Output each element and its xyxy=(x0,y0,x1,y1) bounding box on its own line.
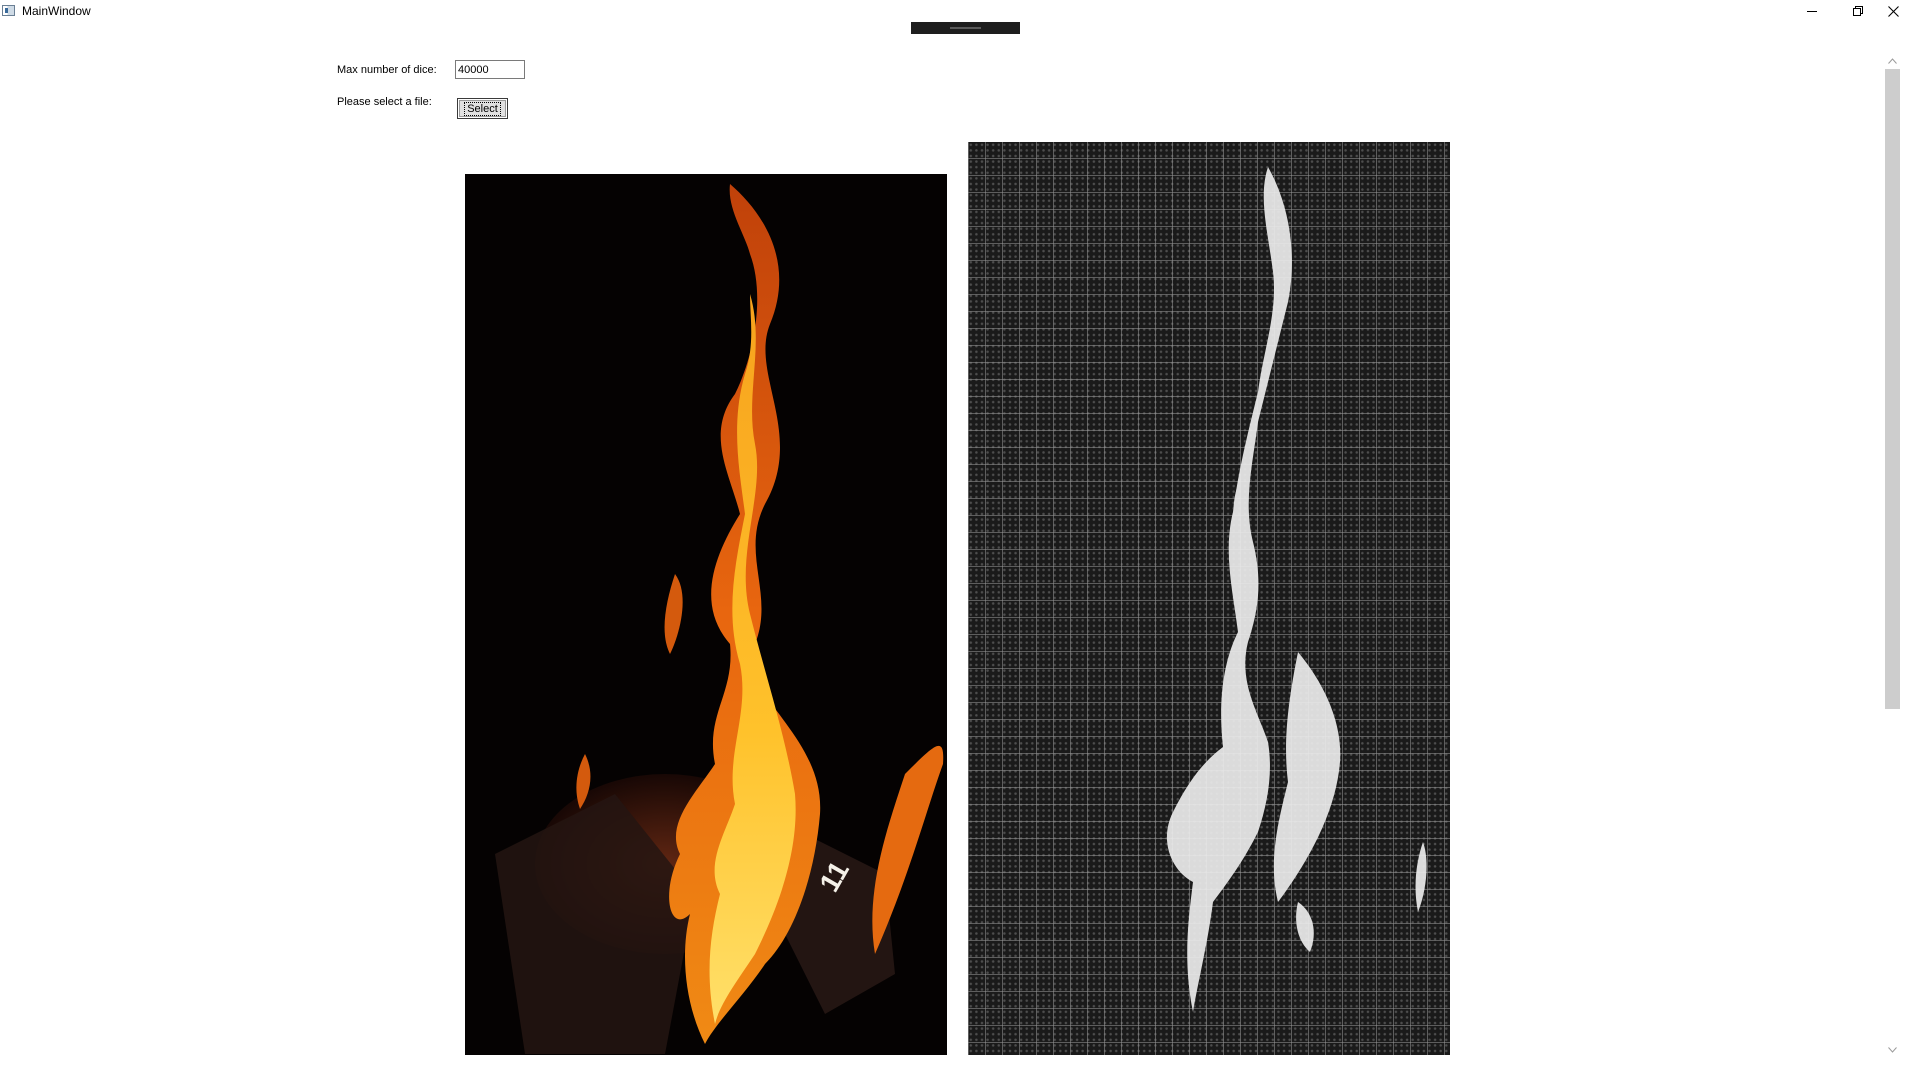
dice-image xyxy=(968,142,1450,1055)
scroll-up-button[interactable] xyxy=(1884,52,1901,69)
select-button-label: Select xyxy=(464,101,501,116)
title-bar[interactable]: MainWindow xyxy=(0,0,1907,24)
vertical-scrollbar[interactable] xyxy=(1884,52,1901,1058)
chevron-up-icon xyxy=(1888,57,1897,64)
max-dice-input[interactable] xyxy=(455,60,525,79)
max-dice-label: Max number of dice: xyxy=(337,64,437,76)
dice-rendered-image xyxy=(1166,167,1427,1012)
debug-toolbar-handle[interactable] xyxy=(911,22,1020,34)
scrollbar-thumb[interactable] xyxy=(1885,69,1900,709)
window-title: MainWindow xyxy=(22,4,91,18)
minimize-icon xyxy=(1807,11,1817,12)
main-window: MainWindow Max number of dice: Please se… xyxy=(0,0,1907,1073)
close-icon xyxy=(1888,5,1899,17)
restore-icon xyxy=(1853,6,1863,16)
window-app-icon[interactable] xyxy=(2,5,15,16)
close-button[interactable] xyxy=(1880,0,1907,22)
minimize-button[interactable] xyxy=(1790,0,1834,22)
file-select-label: Please select a file: xyxy=(337,96,432,108)
select-file-button[interactable]: Select xyxy=(457,98,508,119)
flame-photo: 11 xyxy=(465,174,947,1055)
restore-button[interactable] xyxy=(1836,0,1880,22)
chevron-down-icon xyxy=(1888,1046,1897,1053)
scroll-down-button[interactable] xyxy=(1884,1041,1901,1058)
original-image: 11 xyxy=(465,174,947,1055)
